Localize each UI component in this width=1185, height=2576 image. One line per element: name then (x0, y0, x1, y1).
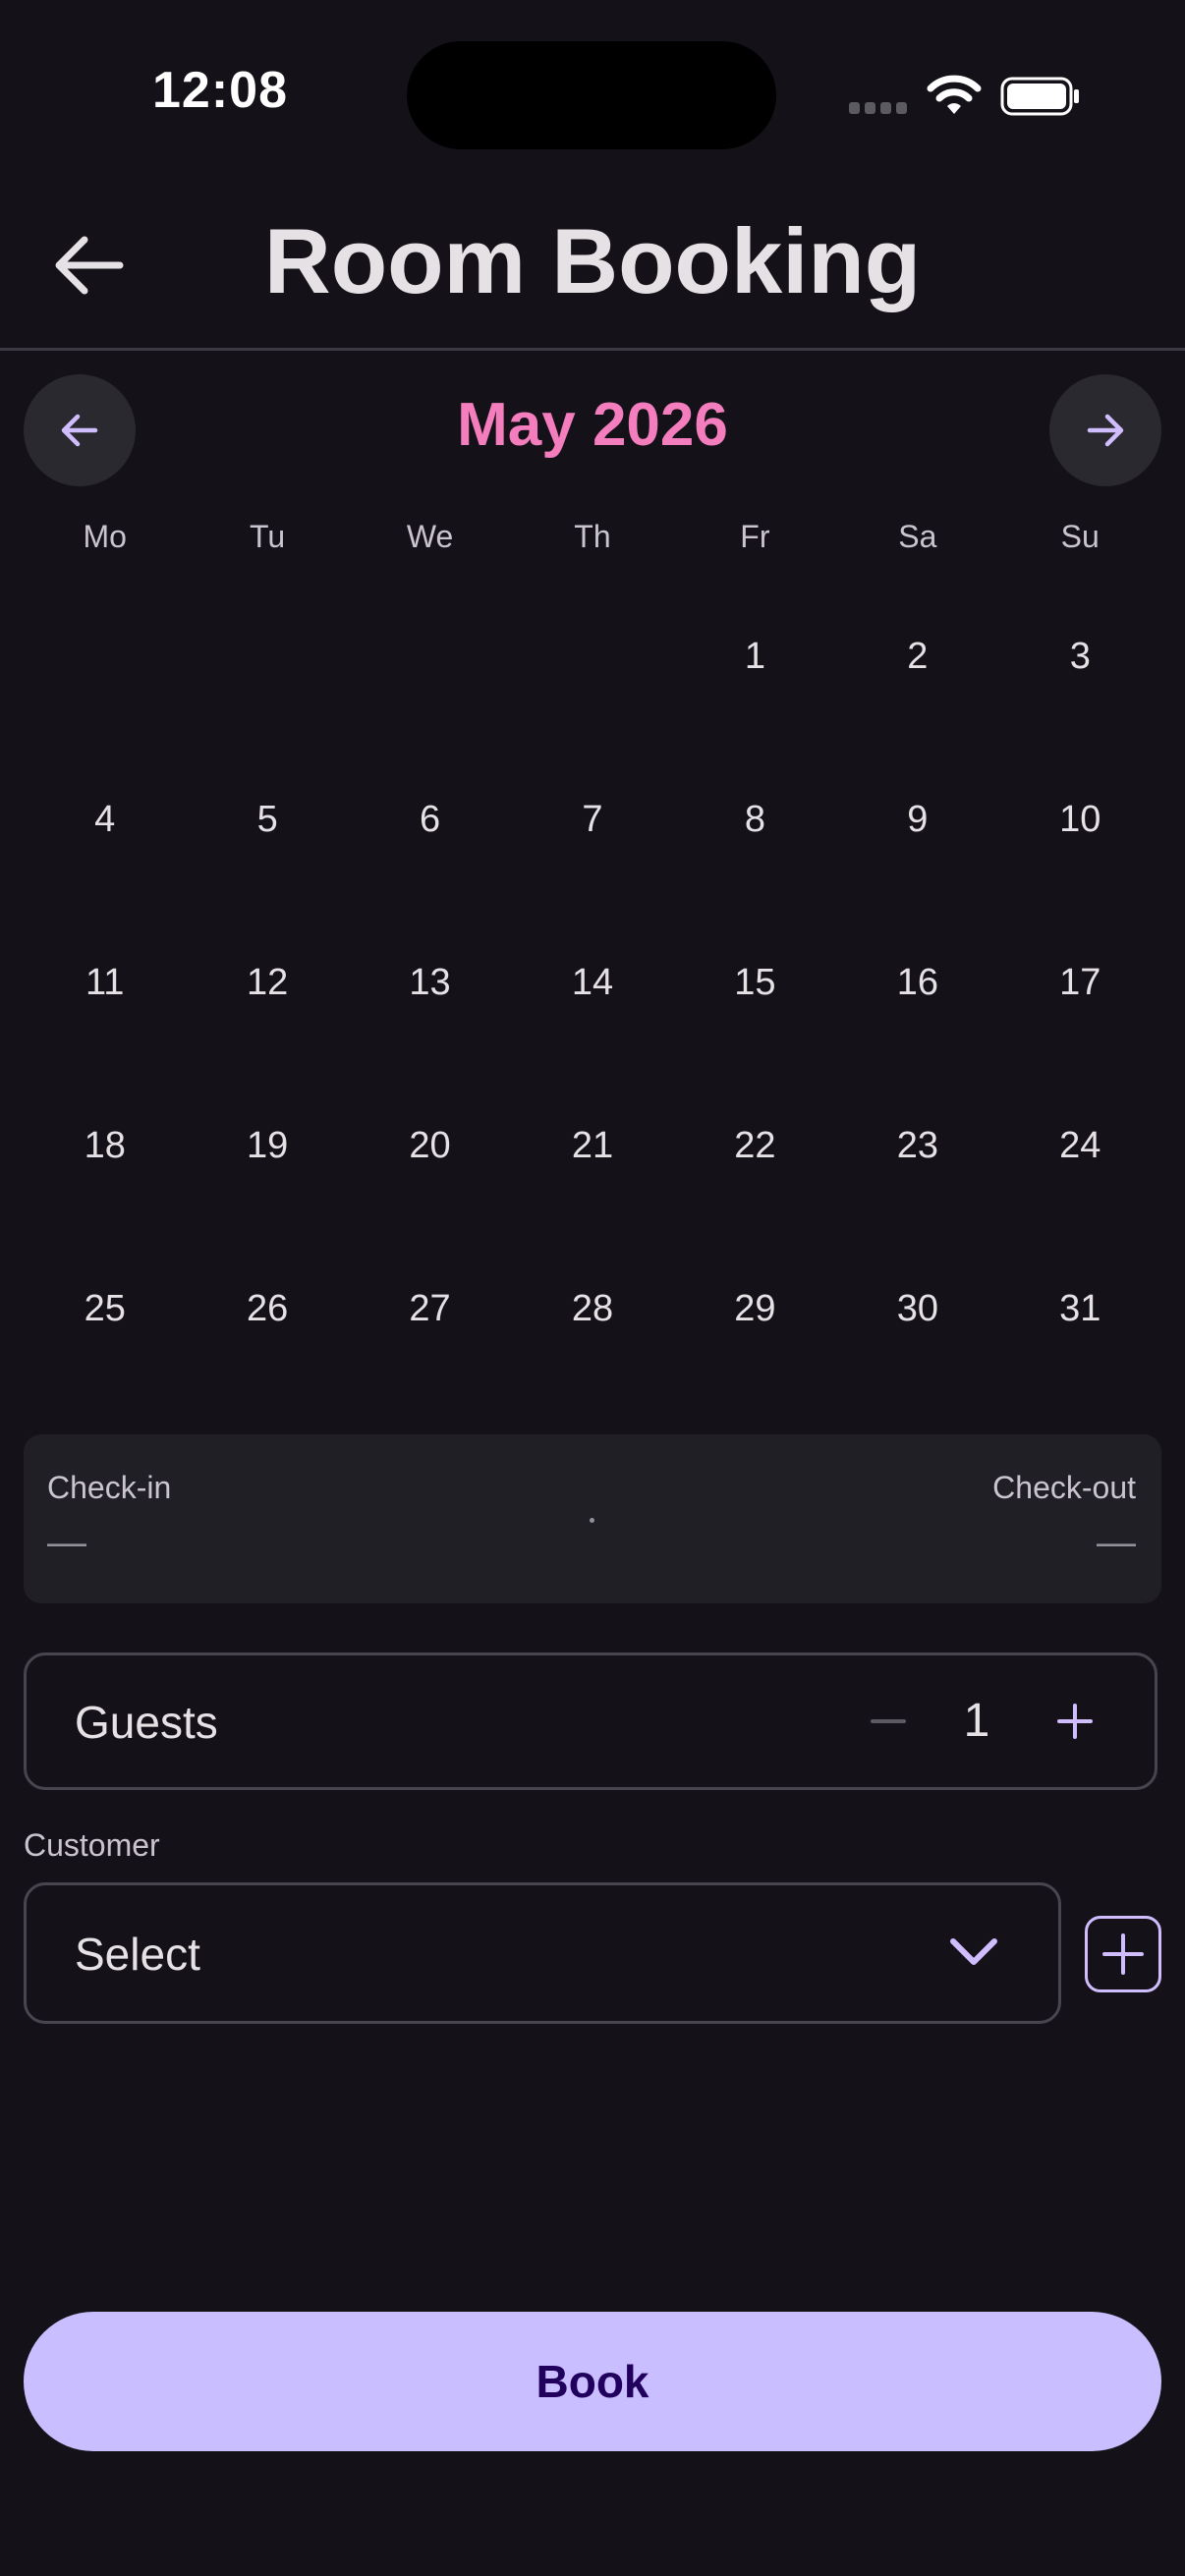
calendar-day[interactable]: 17 (999, 901, 1161, 1064)
checkin-value: — (47, 1521, 86, 1564)
weekday-label: We (406, 519, 454, 554)
calendar-day[interactable]: 6 (349, 738, 511, 901)
weekday-header: Mo Tu We Th Fr Sa Su (24, 519, 1161, 555)
calendar-blank-cell (186, 575, 348, 738)
calendar-day[interactable]: 11 (24, 901, 186, 1064)
calendar-day[interactable]: 3 (999, 575, 1161, 738)
calendar-day[interactable]: 18 (24, 1064, 186, 1227)
calendar-day[interactable]: 9 (836, 738, 998, 901)
guests-count: 1 (963, 1695, 990, 1747)
arrow-right-icon (1087, 414, 1124, 447)
weekday-label: Th (574, 519, 611, 554)
calendar-day[interactable]: 30 (836, 1227, 998, 1390)
calendar-day[interactable]: 24 (999, 1064, 1161, 1227)
weekday-label: Su (1060, 519, 1100, 554)
calendar-day[interactable]: 8 (674, 738, 836, 901)
plus-icon (1057, 1704, 1093, 1739)
calendar-day[interactable]: 29 (674, 1227, 836, 1390)
guests-label: Guests (75, 1697, 218, 1748)
calendar-day[interactable]: 14 (511, 901, 673, 1064)
calendar-day[interactable]: 4 (24, 738, 186, 901)
checkin-label: Check-in (47, 1470, 172, 1505)
book-button-label: Book (536, 2356, 649, 2407)
minus-icon (871, 1719, 906, 1723)
calendar-day[interactable]: 25 (24, 1227, 186, 1390)
calendar-day[interactable]: 21 (511, 1064, 673, 1227)
calendar-day[interactable]: 23 (836, 1064, 998, 1227)
calendar-day[interactable]: 15 (674, 901, 836, 1064)
calendar-day[interactable]: 26 (186, 1227, 348, 1390)
status-time: 12:08 (152, 62, 288, 119)
calendar-blank-cell (24, 575, 186, 738)
calendar-day[interactable]: 12 (186, 901, 348, 1064)
month-label: May 2026 (457, 391, 728, 459)
calendar-blank-cell (511, 575, 673, 738)
checkout-label: Check-out (992, 1470, 1136, 1505)
chevron-down-icon[interactable] (945, 1928, 1002, 1977)
calendar-day[interactable]: 7 (511, 738, 673, 901)
guests-increment-button[interactable] (1036, 1682, 1114, 1761)
calendar-day[interactable]: 28 (511, 1227, 673, 1390)
guests-decrement-button[interactable] (849, 1682, 928, 1761)
calendar-day[interactable]: 31 (999, 1227, 1161, 1390)
page-title: Room Booking (263, 209, 922, 312)
calendar-day[interactable]: 1 (674, 575, 836, 738)
calendar-day[interactable]: 27 (349, 1227, 511, 1390)
customer-select-value: Select (75, 1929, 200, 1980)
calendar-day[interactable]: 5 (186, 738, 348, 901)
customer-label: Customer (24, 1827, 160, 1863)
calendar-day[interactable]: 2 (836, 575, 998, 738)
book-button[interactable]: Book (24, 2312, 1161, 2451)
calendar-day[interactable]: 10 (999, 738, 1161, 901)
dynamic-island (407, 41, 776, 149)
plus-icon (1102, 1933, 1144, 1975)
calendar-blank-cell (349, 575, 511, 738)
weekday-label: Tu (250, 519, 286, 554)
header-divider (0, 348, 1185, 351)
calendar-day[interactable]: 20 (349, 1064, 511, 1227)
weekday-label: Fr (740, 519, 770, 554)
battery-icon (1000, 77, 1079, 116)
calendar-day[interactable]: 16 (836, 901, 998, 1064)
next-month-button[interactable] (1049, 374, 1161, 486)
checkout-value: — (1097, 1521, 1136, 1564)
range-separator-dot (590, 1518, 594, 1523)
add-customer-button[interactable] (1085, 1916, 1161, 1992)
calendar-day[interactable]: 22 (674, 1064, 836, 1227)
calendar-days-grid: 1 2 3 4 5 6 7 8 9 10 11 12 13 14 15 16 17 18 19 20 21 22 23 24 2… (24, 575, 1161, 1390)
calendar-day[interactable]: 19 (186, 1064, 348, 1227)
cellular-signal-icon (849, 102, 910, 116)
weekday-label: Sa (898, 519, 937, 554)
calendar-day[interactable]: 13 (349, 901, 511, 1064)
wifi-icon (927, 75, 982, 114)
weekday-label: Mo (83, 519, 127, 554)
